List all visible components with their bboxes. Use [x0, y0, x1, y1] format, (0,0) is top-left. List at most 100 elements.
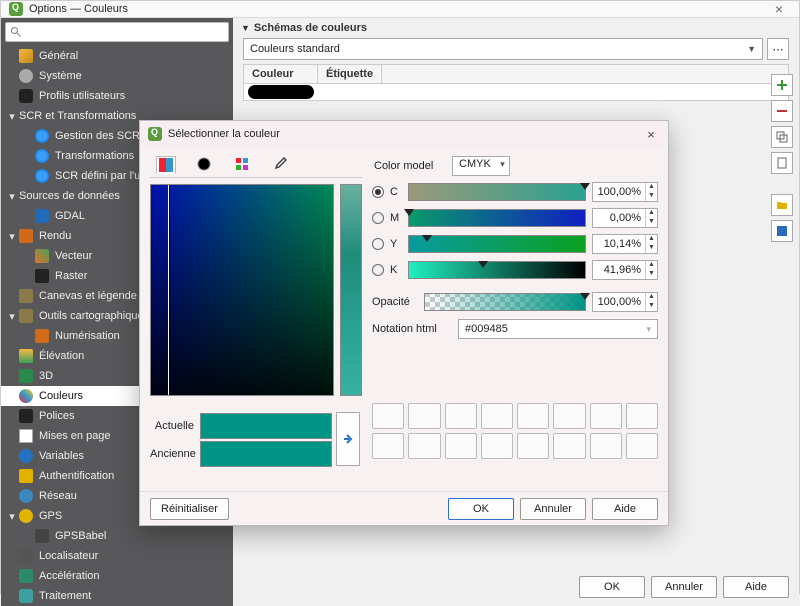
- globe-icon: [35, 149, 49, 163]
- channel-y-spin[interactable]: 10,14%▲▼: [592, 234, 658, 254]
- schemes-title: Schémas de couleurs: [254, 22, 367, 34]
- channel-m-slider[interactable]: [408, 209, 586, 227]
- color-model-select[interactable]: CMYK: [452, 156, 510, 176]
- recent-slot[interactable]: [626, 433, 658, 459]
- gear-icon: [19, 69, 33, 83]
- search-field[interactable]: [26, 25, 224, 39]
- spin-arrows-icon[interactable]: ▲▼: [645, 183, 657, 201]
- tab-swatches[interactable]: [232, 155, 252, 173]
- recent-slot[interactable]: [590, 433, 622, 459]
- tab-wheel[interactable]: [194, 155, 214, 173]
- paste-color-button[interactable]: [771, 152, 793, 174]
- tab-eyedropper[interactable]: [270, 155, 290, 173]
- sidebar-item-system[interactable]: Système: [1, 66, 233, 86]
- channel-c-slider[interactable]: [408, 183, 586, 201]
- previous-label: Ancienne: [150, 448, 200, 460]
- ok-button[interactable]: OK: [579, 576, 645, 598]
- help-button[interactable]: Aide: [723, 576, 789, 598]
- recent-slot[interactable]: [408, 433, 440, 459]
- channel-c-radio[interactable]: [372, 186, 384, 198]
- options-dialog-buttons: OK Annuler Aide: [579, 576, 789, 598]
- options-window: Options — Couleurs × Général Système Pro…: [0, 0, 800, 594]
- recent-slot[interactable]: [445, 403, 477, 429]
- spin-arrows-icon[interactable]: ▲▼: [645, 209, 657, 227]
- scheme-combo-value: Couleurs standard: [250, 43, 340, 55]
- recent-slot[interactable]: [626, 403, 658, 429]
- locator-icon: [19, 549, 33, 563]
- color-swatch: [248, 85, 314, 99]
- eyedropper-icon: [273, 157, 287, 171]
- spin-arrows-icon[interactable]: ▲▼: [645, 261, 657, 279]
- import-colors-button[interactable]: [771, 194, 793, 216]
- picker-close-button[interactable]: ×: [642, 127, 660, 142]
- color-list-tool-buttons: [771, 74, 793, 242]
- hex-label: Notation html: [372, 323, 452, 335]
- export-colors-button[interactable]: [771, 220, 793, 242]
- picker-cancel-button[interactable]: Annuler: [520, 498, 586, 520]
- color-table-row[interactable]: [243, 83, 789, 101]
- opacity-slider[interactable]: [424, 293, 586, 311]
- channel-m-radio[interactable]: [372, 212, 384, 224]
- sidebar-item-profiles[interactable]: Profils utilisateurs: [1, 86, 233, 106]
- recent-slot[interactable]: [445, 433, 477, 459]
- color-gradient-field[interactable]: [150, 184, 334, 396]
- recent-slot[interactable]: [553, 433, 585, 459]
- scheme-menu-button[interactable]: ⋯: [767, 38, 789, 60]
- sidebar-item-locator[interactable]: Localisateur: [1, 546, 233, 566]
- channel-k-spin[interactable]: 41,96%▲▼: [592, 260, 658, 280]
- palette-icon: [19, 389, 33, 403]
- app-icon: [9, 2, 23, 16]
- reset-button[interactable]: Réinitialiser: [150, 498, 229, 520]
- add-color-button[interactable]: [771, 74, 793, 96]
- gps-icon: [19, 509, 33, 523]
- picker-ok-button[interactable]: OK: [448, 498, 514, 520]
- recent-slot[interactable]: [481, 403, 513, 429]
- sidebar-item-processing[interactable]: Traitement: [1, 586, 233, 606]
- channel-y-row: Y 10,14%▲▼: [372, 231, 658, 257]
- search-input[interactable]: [5, 22, 229, 42]
- recent-slot[interactable]: [372, 433, 404, 459]
- spin-arrows-icon[interactable]: ▲▼: [645, 293, 657, 311]
- channel-m-spin[interactable]: 0,00%▲▼: [592, 208, 658, 228]
- paste-icon: [776, 157, 788, 169]
- channel-y-radio[interactable]: [372, 238, 384, 250]
- sidebar-item-general[interactable]: Général: [1, 46, 233, 66]
- search-icon: [10, 26, 22, 38]
- channel-k-label: K: [390, 264, 402, 276]
- wrench-icon: [19, 49, 33, 63]
- recent-slot[interactable]: [372, 403, 404, 429]
- current-label: Actuelle: [150, 420, 200, 432]
- channel-k-slider[interactable]: [408, 261, 586, 279]
- sidebar-item-acceleration[interactable]: Accélération: [1, 566, 233, 586]
- spin-arrows-icon[interactable]: ▲▼: [645, 235, 657, 253]
- hue-bar[interactable]: [340, 184, 362, 396]
- recent-slot[interactable]: [553, 403, 585, 429]
- recent-slot[interactable]: [517, 403, 549, 429]
- previous-swatch[interactable]: [200, 441, 332, 467]
- schemes-section-header[interactable]: ▼ Schémas de couleurs: [233, 18, 799, 38]
- scheme-combo[interactable]: Couleurs standard ▼: [243, 38, 763, 60]
- window-close-button[interactable]: ×: [767, 1, 791, 17]
- channel-m-label: M: [390, 212, 402, 224]
- collapse-icon: ▼: [241, 23, 250, 33]
- cancel-button[interactable]: Annuler: [651, 576, 717, 598]
- gradient-cursor[interactable]: [168, 185, 170, 395]
- recent-slot[interactable]: [481, 433, 513, 459]
- channel-k-radio[interactable]: [372, 264, 384, 276]
- hex-input[interactable]: #009485 ▾: [458, 319, 658, 339]
- sidebar-item-gpsbabel[interactable]: GPSBabel: [1, 526, 233, 546]
- channel-y-slider[interactable]: [408, 235, 586, 253]
- brush-icon: [19, 229, 33, 243]
- remove-color-button[interactable]: [771, 100, 793, 122]
- picker-help-button[interactable]: Aide: [592, 498, 658, 520]
- database-icon: [35, 209, 49, 223]
- gradient-icon: [159, 158, 173, 172]
- tab-gradient[interactable]: [156, 156, 176, 174]
- recent-slot[interactable]: [408, 403, 440, 429]
- add-to-recent-button[interactable]: [336, 412, 360, 466]
- recent-slot[interactable]: [590, 403, 622, 429]
- copy-color-button[interactable]: [771, 126, 793, 148]
- opacity-spin[interactable]: 100,00%▲▼: [592, 292, 658, 312]
- recent-slot[interactable]: [517, 433, 549, 459]
- channel-c-spin[interactable]: 100,00%▲▼: [592, 182, 658, 202]
